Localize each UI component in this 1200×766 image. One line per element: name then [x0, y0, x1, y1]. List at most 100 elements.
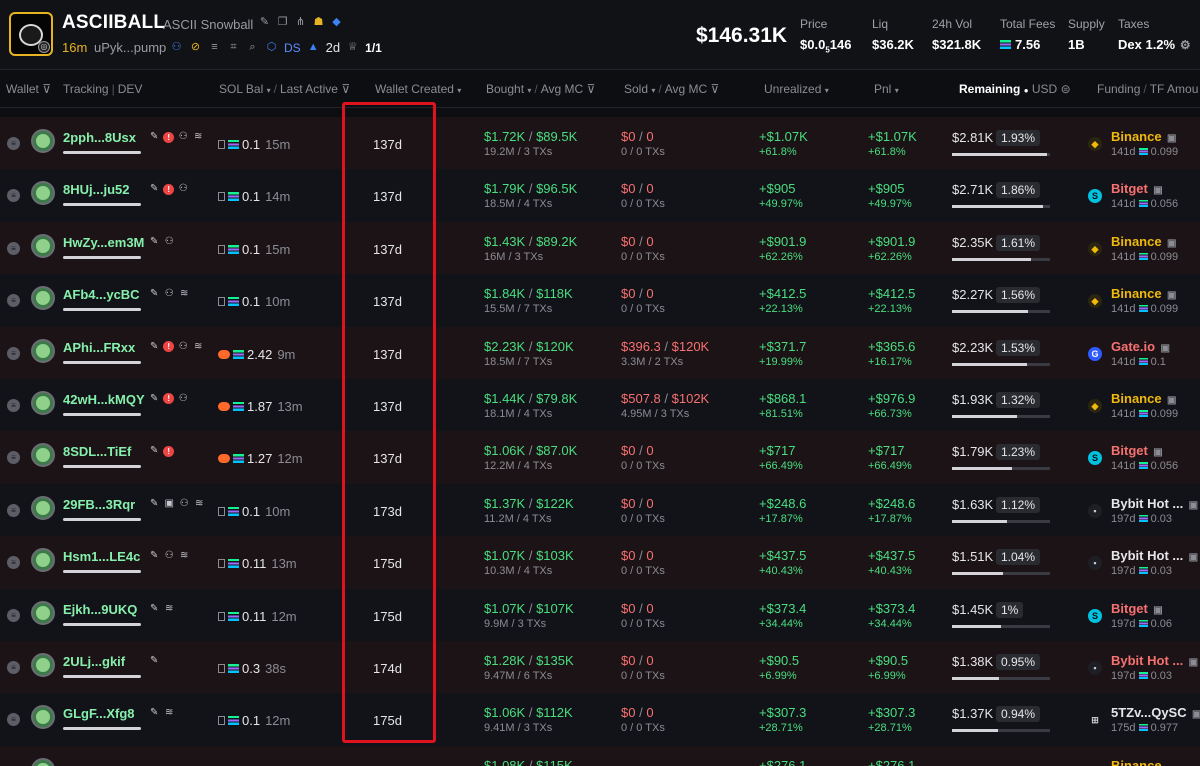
- shield-icon[interactable]: ⬡: [265, 41, 278, 54]
- layers-icon[interactable]: ≋: [192, 131, 204, 143]
- view-icon[interactable]: ≡: [7, 503, 20, 517]
- wallet-address[interactable]: APhi...FRxx: [63, 340, 135, 355]
- view-icon[interactable]: ≡: [7, 556, 20, 570]
- wallet-address[interactable]: Hsm1...LE4c: [63, 549, 140, 564]
- col-bought[interactable]: Bought ▾ / Avg MC ⊽: [486, 82, 595, 96]
- token-address[interactable]: uPyk...pump: [94, 40, 166, 55]
- info-icon[interactable]: ▣: [1165, 289, 1178, 302]
- verified-icon[interactable]: ◆: [330, 16, 343, 29]
- avatar[interactable]: [31, 286, 55, 311]
- sort-icon[interactable]: ▾: [895, 86, 899, 95]
- edit-icon[interactable]: ✎: [148, 131, 160, 143]
- layers-icon[interactable]: ≋: [193, 498, 205, 510]
- layers-icon[interactable]: ≋: [163, 603, 175, 615]
- wallet-address[interactable]: 29FB...3Rqr: [63, 497, 135, 512]
- sort-icon[interactable]: ▾: [527, 86, 531, 95]
- funding-source[interactable]: Binance ▣: [1111, 234, 1178, 250]
- layers-icon[interactable]: ≋: [178, 550, 190, 562]
- funding-source[interactable]: Binance ▣: [1111, 129, 1178, 145]
- funding-source[interactable]: 5TZv...QySC ▣: [1111, 705, 1200, 721]
- col-remaining[interactable]: Remaining ● USD ⊜: [959, 82, 1071, 96]
- wallet-address[interactable]: 2ULj...gkif: [63, 654, 125, 669]
- edit-icon[interactable]: ✎: [148, 393, 160, 405]
- dexscreener-link[interactable]: DS: [284, 41, 301, 55]
- view-icon[interactable]: ≡: [7, 294, 20, 308]
- alert-icon[interactable]: !: [163, 183, 175, 195]
- chart-icon[interactable]: ⌗: [227, 41, 240, 54]
- layers-icon[interactable]: ≋: [178, 288, 190, 300]
- funding-source[interactable]: Bitget ▣: [1111, 601, 1164, 617]
- wallet-address[interactable]: 42wH...kMQY: [63, 392, 145, 407]
- table-row[interactable]: ≡ 8HUj...ju52 ✎! ⚇ 0.1 14m 137d $1.79K / $…: [0, 169, 1200, 222]
- user-plus-icon[interactable]: ⚇: [163, 550, 175, 562]
- sort-icon[interactable]: ●: [1024, 86, 1029, 95]
- funding-source[interactable]: Gate.io ▣: [1111, 339, 1172, 355]
- copy-icon[interactable]: [218, 663, 225, 673]
- view-icon[interactable]: ≡: [7, 346, 20, 360]
- col-sol-bal[interactable]: SOL Bal ▾ / Last Active ⊽: [219, 82, 350, 96]
- table-row[interactable]: ≡ Ejkh...9UKQ ✎ ≋ 0.11 12m 175d $1.07K / $…: [0, 588, 1200, 641]
- edit-icon[interactable]: ✎: [148, 341, 160, 353]
- table-row[interactable]: ≡ AFb4...ycBC ✎ ⚇ ≋ 0.1 10m 137d $1.84K / $…: [0, 274, 1200, 327]
- view-icon[interactable]: ≡: [7, 241, 20, 255]
- col-pnl[interactable]: Pnl ▾: [874, 82, 899, 96]
- avatar[interactable]: [31, 233, 55, 258]
- avatar[interactable]: [31, 129, 55, 153]
- copy-icon[interactable]: [218, 192, 225, 202]
- col-funding[interactable]: Funding / TF Amou: [1097, 82, 1198, 96]
- alert-icon[interactable]: !: [163, 131, 175, 143]
- table-row[interactable]: ≡ 29FB...3Rqr ✎ ▣ ⚇ ≋ 0.1 10m 173d $1.37K / …: [0, 483, 1200, 537]
- avatar[interactable]: [31, 757, 55, 766]
- funding-source[interactable]: Bybit Hot ... ▣: [1111, 548, 1200, 564]
- alert-icon[interactable]: !: [163, 445, 175, 457]
- info-icon[interactable]: ▣: [1151, 446, 1164, 459]
- currency-toggle-icon[interactable]: ⊜: [1061, 82, 1071, 96]
- crown-icon[interactable]: ♕: [346, 41, 359, 54]
- sort-icon[interactable]: ▾: [825, 86, 829, 95]
- filter-icon[interactable]: ⊽: [42, 82, 51, 96]
- table-row[interactable]: ≡ GLgF...Xfg8 ✎ ≋ 0.1 12m 175d $1.06K / $1…: [0, 693, 1200, 746]
- layers-icon[interactable]: ≋: [163, 707, 175, 719]
- sort-icon[interactable]: ▾: [267, 86, 271, 95]
- funding-source[interactable]: Binance ▣: [1111, 286, 1178, 302]
- table-row[interactable]: ≡ 8SDL...TiEf ✎! 1.27 12m 137d $1.06K / $…: [0, 431, 1200, 484]
- copy-icon[interactable]: [218, 297, 225, 307]
- sort-icon[interactable]: ▾: [651, 86, 655, 95]
- user-plus-icon[interactable]: ⚇: [178, 498, 190, 510]
- copy-icon[interactable]: [218, 506, 225, 516]
- filter-icon[interactable]: ⊽: [711, 82, 720, 96]
- funding-source[interactable]: Bitget ▣: [1111, 181, 1164, 197]
- avatar[interactable]: [31, 705, 55, 730]
- col-sold[interactable]: Sold ▾ / Avg MC ⊽: [624, 82, 719, 96]
- col-tracking[interactable]: Tracking | DEV: [63, 82, 142, 96]
- info-icon[interactable]: ▣: [1165, 394, 1178, 407]
- edit-icon[interactable]: ✎: [148, 288, 160, 300]
- info-icon[interactable]: ▣: [1187, 499, 1200, 512]
- table-row[interactable]: ≡ $1.08K / $115K +$276.1 +$276.1 ◆ Binan…: [0, 745, 1200, 766]
- wallet-address[interactable]: 8SDL...TiEf: [63, 444, 131, 459]
- info-icon[interactable]: ▣: [1151, 604, 1164, 617]
- filter-icon[interactable]: ⊽: [341, 82, 350, 96]
- copy-icon[interactable]: [218, 611, 225, 621]
- info-icon[interactable]: ▣: [1187, 656, 1200, 669]
- table-row[interactable]: ≡ Hsm1...LE4c ✎ ⚇ ≋ 0.11 13m 175d $1.07K / …: [0, 536, 1200, 589]
- alert-icon[interactable]: !: [163, 341, 175, 353]
- funding-source[interactable]: Bitget ▣: [1111, 443, 1164, 459]
- info-icon[interactable]: ▣: [1159, 342, 1172, 355]
- people-icon[interactable]: ▲: [307, 41, 320, 54]
- avatar[interactable]: [31, 600, 55, 625]
- edit-icon[interactable]: ✎: [148, 445, 160, 457]
- edit-icon[interactable]: ✎: [148, 707, 160, 719]
- col-wallet[interactable]: Wallet ⊽: [6, 82, 51, 96]
- view-icon[interactable]: ≡: [7, 398, 20, 412]
- copy-icon[interactable]: [218, 559, 225, 569]
- avatar[interactable]: [31, 390, 55, 415]
- wallet-address[interactable]: 8HUj...ju52: [63, 182, 129, 197]
- copy-icon[interactable]: [218, 716, 225, 726]
- user-plus-icon[interactable]: ⚇: [163, 236, 175, 248]
- sort-icon[interactable]: ▾: [457, 86, 461, 95]
- copy-icon[interactable]: [218, 244, 225, 254]
- user-plus-icon[interactable]: ⚇: [163, 288, 175, 300]
- edit-icon[interactable]: ✎: [148, 498, 160, 510]
- view-icon[interactable]: ≡: [7, 451, 20, 465]
